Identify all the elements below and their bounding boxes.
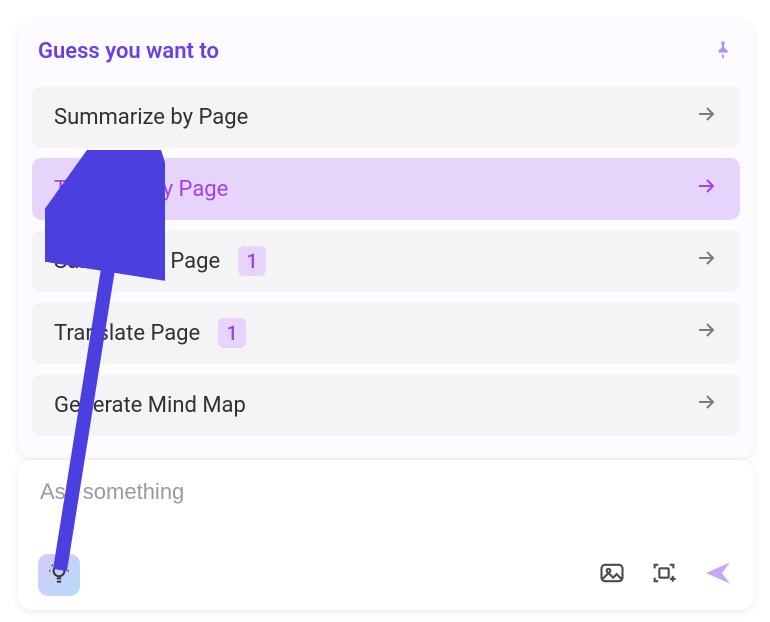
lightbulb-icon	[46, 560, 72, 590]
suggestion-label: Translate by Page	[54, 177, 228, 202]
input-toolbar	[38, 554, 734, 596]
ideas-button[interactable]	[38, 554, 80, 596]
suggestion-summarize-page[interactable]: Summarize Page 1	[32, 230, 740, 292]
suggestion-summarize-by-page[interactable]: Summarize by Page	[32, 86, 740, 148]
suggestion-label: Generate Mind Map	[54, 393, 246, 418]
pin-icon[interactable]	[712, 38, 734, 64]
suggestion-translate-page[interactable]: Translate Page 1	[32, 302, 740, 364]
page-badge: 1	[218, 318, 246, 348]
arrow-right-icon	[694, 390, 718, 420]
send-button[interactable]	[702, 557, 734, 593]
panel-header: Guess you want to	[32, 34, 740, 76]
page-badge: 1	[238, 246, 266, 276]
suggestion-generate-mind-map[interactable]: Generate Mind Map	[32, 374, 740, 436]
ask-input[interactable]	[38, 478, 734, 506]
arrow-right-icon	[694, 174, 718, 204]
panel-title: Guess you want to	[38, 39, 219, 64]
arrow-right-icon	[694, 318, 718, 348]
chat-input-panel	[18, 460, 754, 610]
arrow-right-icon	[694, 102, 718, 132]
suggestion-panel: Guess you want to Summarize by Page Tran…	[18, 20, 754, 458]
screenshot-icon[interactable]	[650, 559, 678, 591]
suggestion-translate-by-page[interactable]: Translate by Page	[32, 158, 740, 220]
arrow-right-icon	[694, 246, 718, 276]
suggestion-label: Summarize by Page	[54, 105, 248, 130]
suggestion-label: Translate Page	[54, 321, 200, 346]
image-icon[interactable]	[598, 559, 626, 591]
suggestion-label: Summarize Page	[54, 249, 220, 274]
